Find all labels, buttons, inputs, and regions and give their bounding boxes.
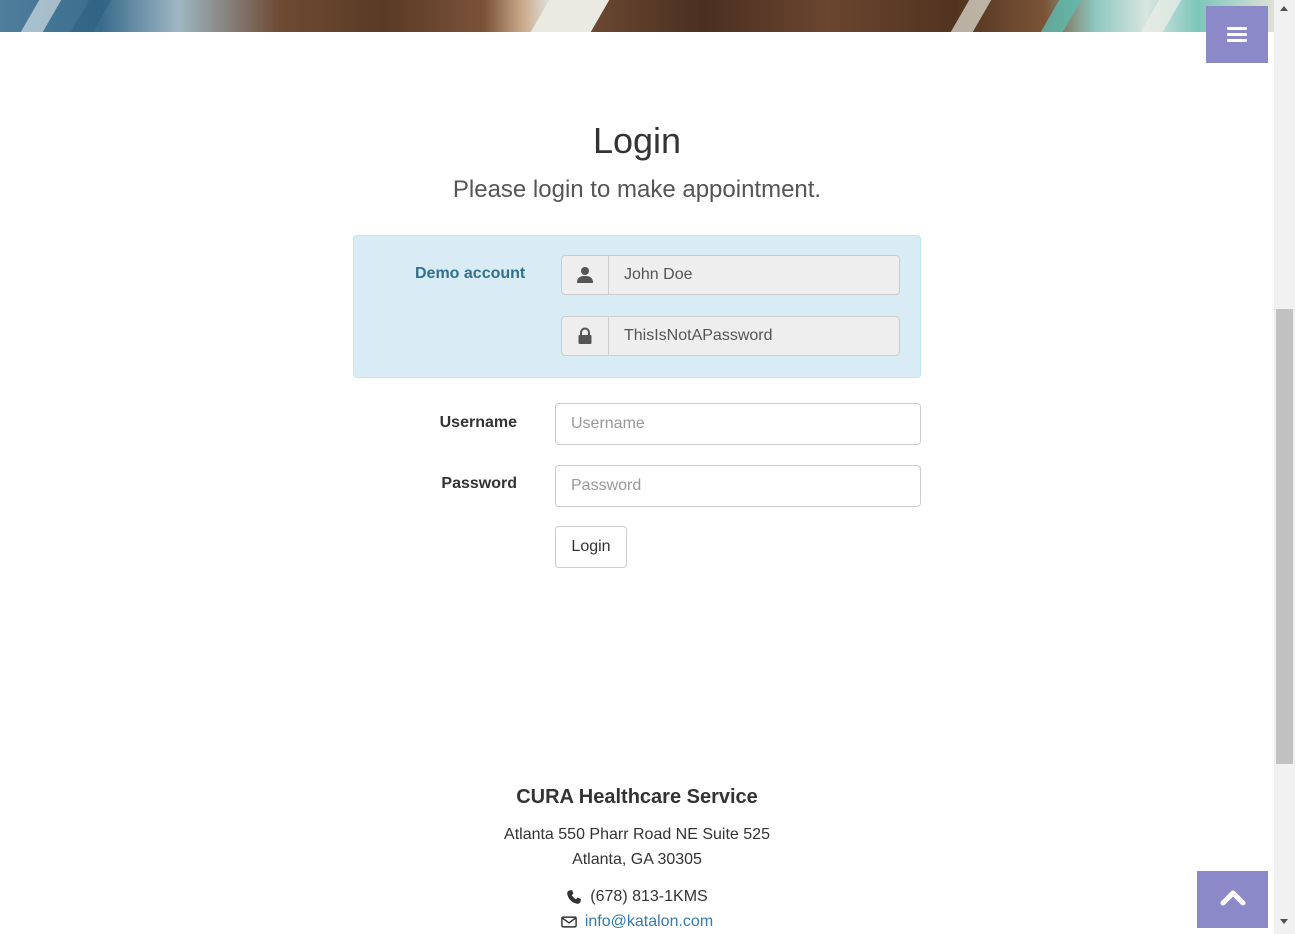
user-icon <box>561 255 609 295</box>
header-image <box>0 0 1274 32</box>
footer-email: info@katalon.com <box>0 913 1274 931</box>
footer-company-name: CURA Healthcare Service <box>516 786 758 808</box>
demo-account-label: Demo account <box>415 265 526 282</box>
menu-icon <box>1227 24 1247 45</box>
menu-toggle-button[interactable] <box>1206 6 1268 63</box>
username-label: Username <box>439 414 517 431</box>
chevron-up-icon <box>1220 888 1246 911</box>
username-input[interactable] <box>555 403 921 445</box>
page-subtitle: Please login to make appointment. <box>452 176 822 203</box>
scrollbar-thumb[interactable] <box>1276 309 1293 764</box>
footer-email-link[interactable]: info@katalon.com <box>585 913 713 931</box>
demo-username-value[interactable]: John Doe <box>609 255 900 295</box>
page-title: Login <box>592 120 682 161</box>
lock-icon <box>561 316 609 356</box>
footer-phone-text: (678) 813-1KMS <box>590 888 708 905</box>
demo-username-group: John Doe <box>561 255 900 295</box>
scroll-up-arrow-icon[interactable] <box>1280 6 1288 11</box>
login-button[interactable]: Login <box>555 526 627 568</box>
footer-phone: (678) 813-1KMS <box>0 888 1274 906</box>
back-to-top-button[interactable] <box>1197 871 1268 928</box>
envelope-icon <box>561 914 577 930</box>
footer-address-line2: Atlanta, GA 30305 <box>572 851 702 868</box>
footer-address-line1: Atlanta 550 Pharr Road NE Suite 525 <box>504 826 770 843</box>
demo-password-group: ThisIsNotAPassword <box>561 316 900 356</box>
password-label: Password <box>441 475 517 492</box>
demo-password-value[interactable]: ThisIsNotAPassword <box>609 316 900 356</box>
phone-icon <box>566 889 582 905</box>
scroll-down-arrow-icon[interactable] <box>1280 919 1288 924</box>
password-input[interactable] <box>555 465 921 507</box>
